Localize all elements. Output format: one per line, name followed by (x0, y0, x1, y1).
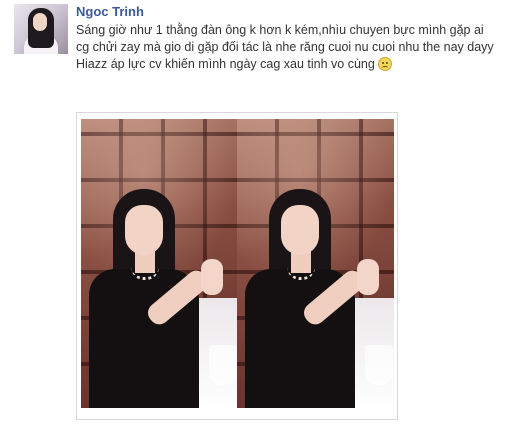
author-name-link[interactable]: Ngoc Trinh (76, 4, 144, 19)
photo-panel-right (237, 119, 394, 408)
post-actions-row (76, 425, 336, 432)
photo-panel-left (81, 119, 238, 408)
post-text-line-2: Hiazz áp lực cv khiến mình ngày cag xau … (76, 57, 375, 71)
post-photo[interactable] (76, 112, 398, 420)
profile-avatar[interactable] (14, 4, 68, 54)
post-message: Sáng giờ như 1 thằng đàn ông k hơn k kém… (76, 22, 496, 73)
frown-emoticon-icon (377, 57, 392, 71)
post-text-line: Sáng giờ như 1 thằng đàn ông k hơn k kém… (76, 23, 494, 54)
post-text-line: Hiazz áp lực cv khiến mình ngày cag xau … (76, 56, 496, 73)
